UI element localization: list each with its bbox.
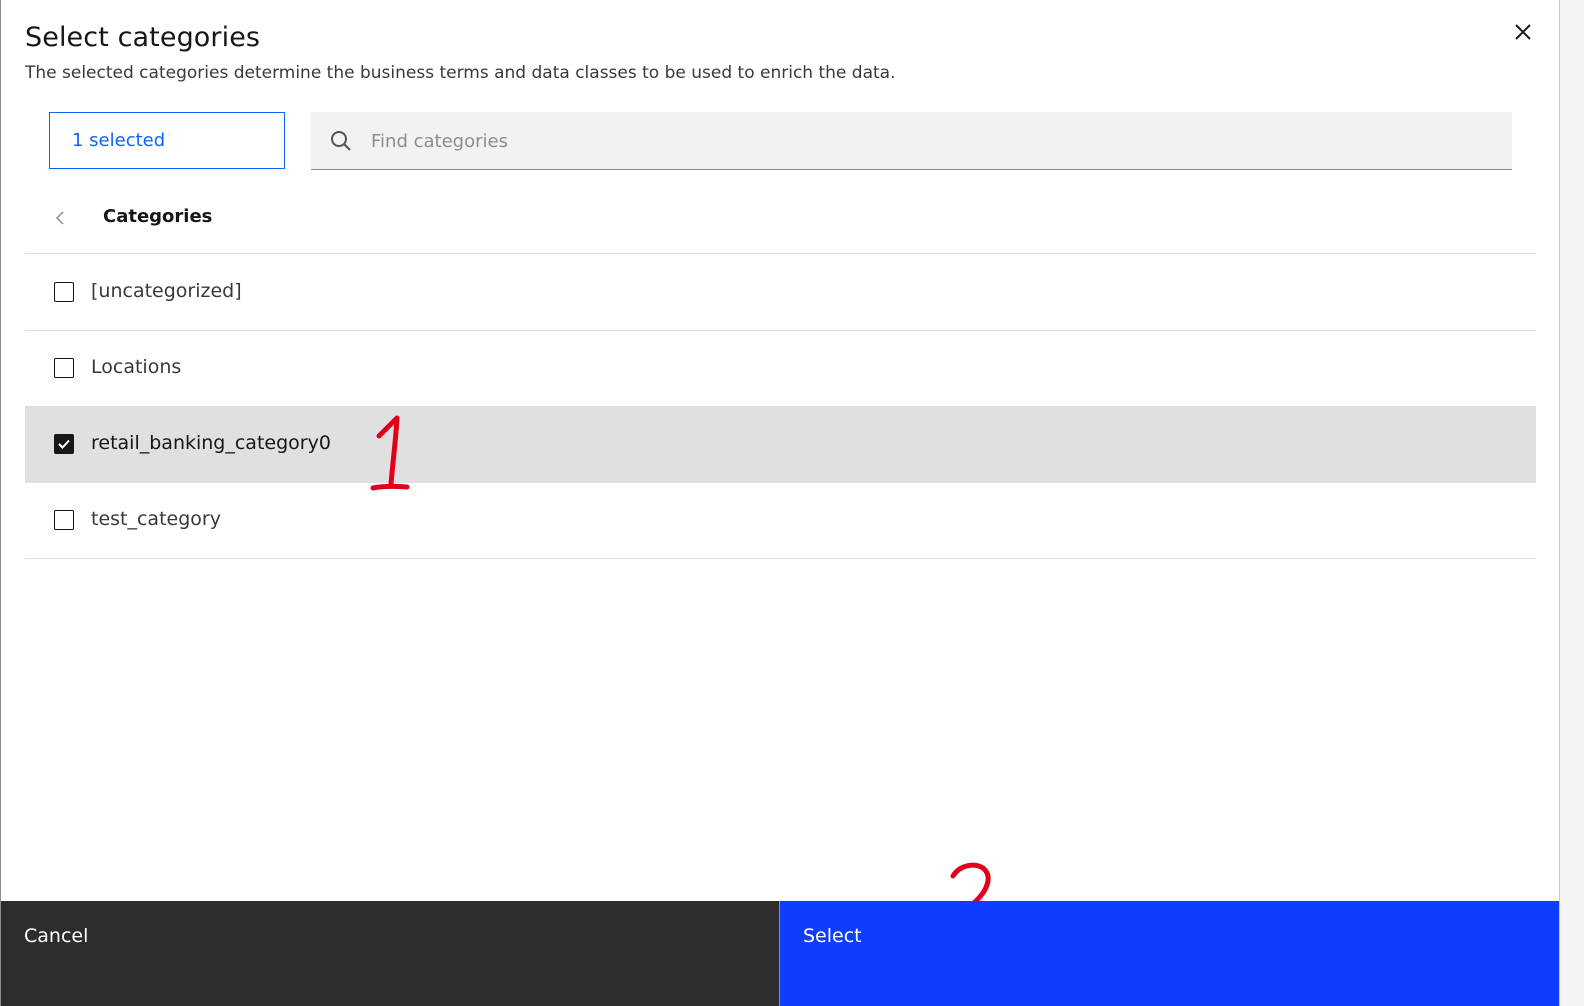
list-item-label: [uncategorized] [91,280,242,302]
selected-count-label: 1 selected [72,130,166,151]
selected-count-tag[interactable]: 1 selected [49,112,285,169]
list-item-label: retail_banking_category0 [91,432,331,454]
select-categories-modal: Select categories The selected categorie… [1,0,1559,1006]
dialog-title: Select categories [25,22,261,53]
checkmark-icon [58,439,70,449]
select-button[interactable]: Select [780,901,1559,1006]
cancel-button[interactable]: Cancel [1,901,779,1006]
chevron-left-icon [55,211,64,225]
checkbox[interactable] [54,510,74,530]
category-list: [uncategorized] Locations retail_banking… [25,255,1536,559]
checkbox[interactable] [54,358,74,378]
back-button[interactable] [47,204,75,232]
list-item-test-category[interactable]: test_category [25,483,1536,559]
breadcrumb-label: Categories [103,206,213,227]
list-item-locations[interactable]: Locations [25,331,1536,407]
list-item-uncategorized[interactable]: [uncategorized] [25,255,1536,331]
checkbox-checked[interactable] [54,434,74,454]
search-icon [331,131,351,151]
close-icon [1515,24,1531,40]
backdrop-right-edge [1559,0,1584,1006]
close-button[interactable] [1507,16,1539,48]
search-field [311,112,1512,171]
dialog-subtitle: The selected categories determine the bu… [25,63,896,83]
list-item-label: Locations [91,356,182,378]
checkbox[interactable] [54,282,74,302]
list-item-label: test_category [91,508,221,530]
breadcrumb: Categories [25,182,1536,254]
search-input[interactable] [369,112,1493,171]
list-item-retail-banking-category0[interactable]: retail_banking_category0 [25,407,1536,483]
modal-footer: Cancel Select [1,901,1559,1006]
